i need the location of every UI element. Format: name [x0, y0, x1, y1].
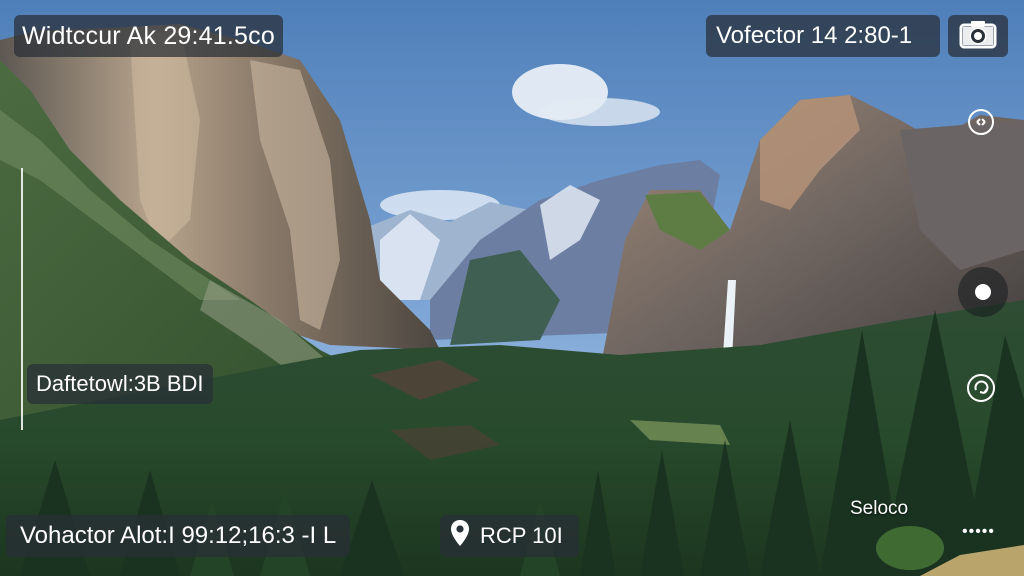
vector-readout-text: Vofector 14 2:80-1	[716, 22, 913, 49]
select-mode-label[interactable]: Seloco	[850, 498, 908, 520]
more-options-dots[interactable]: •••••	[962, 524, 995, 540]
data-readout-text: Daftetowl:3B BDI	[36, 371, 204, 396]
rotate-icon	[965, 372, 997, 409]
camera-info-readout: Widtccur Ak 29:41.5co	[14, 15, 283, 57]
camera-icon	[959, 19, 997, 54]
vector-readout: Vofector 14 2:80-1	[706, 15, 940, 57]
record-button[interactable]	[958, 267, 1008, 317]
status-readout: Vohactor Alot:I 99:12;16:3 -I L	[6, 515, 351, 557]
camera-capture-button[interactable]	[948, 15, 1008, 57]
focus-ring-icon	[966, 107, 996, 142]
data-readout: Daftetowl:3B BDI	[27, 364, 213, 404]
rotate-button[interactable]	[965, 372, 997, 409]
camera-info-text: Widtccur Ak 29:41.5co	[22, 21, 275, 50]
camera-viewfinder: Widtccur Ak 29:41.5co Vofector 14 2:80-1…	[0, 0, 1024, 576]
yosemite-valley-photo	[0, 0, 1024, 576]
record-icon	[975, 284, 991, 300]
focus-ring-button[interactable]	[966, 107, 996, 142]
location-tag[interactable]: RCP 10I	[440, 515, 579, 557]
location-text: RCP 10I	[480, 523, 563, 548]
status-readout-text: Vohactor Alot:I 99:12;16:3 -I L	[20, 522, 337, 549]
location-pin-icon	[450, 519, 470, 553]
exposure-slider[interactable]	[21, 168, 23, 430]
